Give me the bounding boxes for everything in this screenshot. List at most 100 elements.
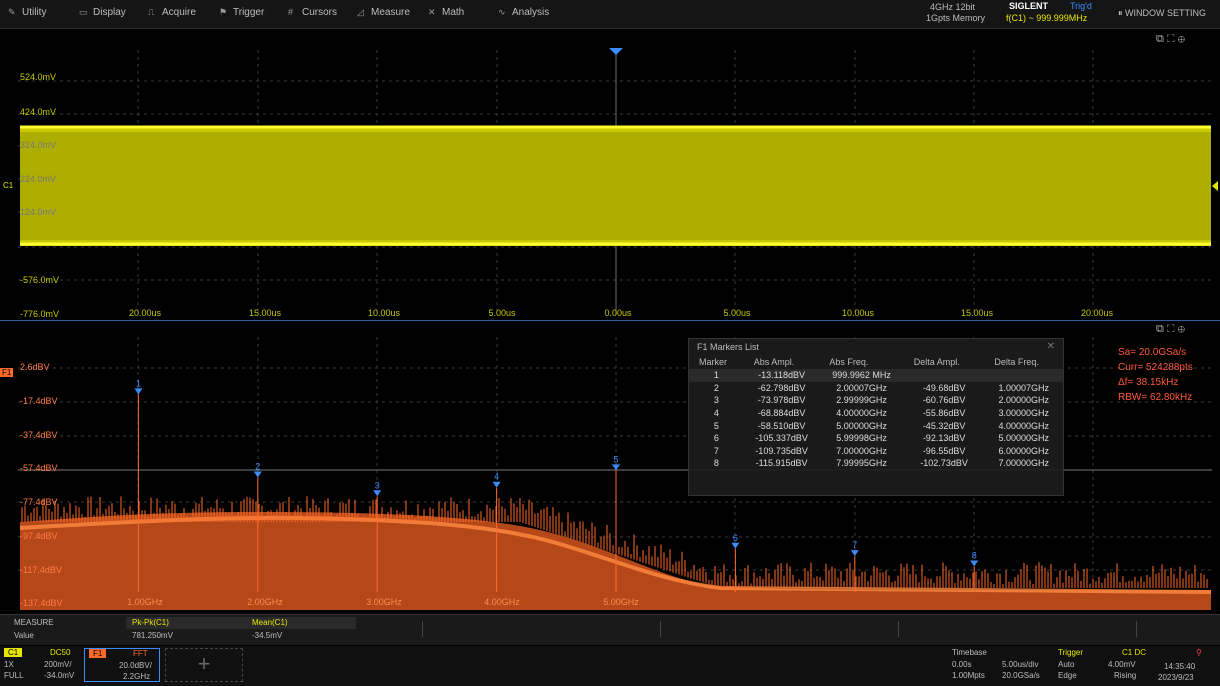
- col-header: Delta Ampl.: [913, 357, 960, 367]
- marker-cell-delta-freq: 4.00000GHz: [998, 420, 1049, 431]
- analysis-icon: ∿: [498, 7, 506, 17]
- measure-item-name[interactable]: Pk-Pk(C1): [132, 618, 169, 627]
- menu-label: Display: [93, 7, 126, 18]
- marker-row[interactable]: 6 -105.337dBV 5.99998GHz -92.13dBV 5.00000GH…: [689, 432, 1063, 445]
- maximize-icon[interactable]: ⛶: [1167, 33, 1175, 45]
- acquire-icon: ⎍: [148, 7, 155, 17]
- col-header: Abs Freq.: [829, 357, 869, 367]
- c1-channel-box[interactable]: C1 DC50 1X 200mV/ FULL -34.0mV: [2, 648, 80, 682]
- menu-math[interactable]: ✕ Math: [428, 7, 464, 21]
- marker-cell-delta-ampl: -49.68dBV: [922, 382, 966, 393]
- divider: [422, 621, 423, 637]
- f1-center: 2.2GHz: [123, 672, 151, 681]
- time-x-label: 10.00us: [367, 308, 401, 318]
- time-y-label: 524.0mV: [20, 72, 57, 82]
- fft-channel-badge[interactable]: F1: [0, 368, 14, 377]
- marker-row[interactable]: 3 -73.978dBV 2.99999GHz -60.76dBV 2.00000GHz: [689, 394, 1063, 407]
- c1-label: C1: [4, 648, 23, 657]
- time-x-label: 15.00us: [248, 308, 282, 318]
- marker-cell-delta-freq: 1.00007GHz: [998, 382, 1049, 393]
- trigger-title: Trigger: [1058, 648, 1084, 657]
- timebase-points: 1.00Mpts: [952, 671, 985, 680]
- bottom-bar: C1 DC50 1X 200mV/ FULL -34.0mV F1 FFT 20…: [0, 646, 1220, 686]
- fft-marker-label: 1: [136, 378, 141, 388]
- lock-icon[interactable]: ⊕: [1178, 323, 1185, 335]
- fft-marker-label: 2: [255, 462, 260, 472]
- fft-marker-triangle: [850, 550, 859, 557]
- time-grid: [18, 48, 1218, 315]
- marker-cell-abs-freq: 7.00000GHz: [836, 445, 887, 456]
- fft-marker-label: 7: [852, 540, 857, 550]
- menu-measure[interactable]: ◿ Measure: [357, 7, 410, 21]
- measure-bar: MEASURE Value Pk-Pk(C1) 781.250mV Mean(C…: [0, 614, 1220, 645]
- fft-marker-triangle: [731, 542, 740, 549]
- marker-row[interactable]: 7 -109.735dBV 7.00000GHz -96.55dBV 6.00000GH…: [689, 445, 1063, 458]
- menu-display[interactable]: ▭ Display: [79, 7, 126, 21]
- timebase-rate: 20.0GSa/s: [1002, 671, 1040, 680]
- marker-row[interactable]: 1 -13.118dBV 999.9962 MHz: [689, 369, 1063, 382]
- zoom-icon[interactable]: ⧉: [1156, 33, 1164, 45]
- timebase-box[interactable]: Timebase 0.00s 5.00us/div 1.00Mpts 20.0G…: [950, 648, 1054, 682]
- fft-y-label: -37.4dBV: [20, 430, 58, 440]
- f1-mode: FFT: [133, 649, 148, 658]
- time-domain-pane[interactable]: 524.0mV 424.0mV 324.0mV 224.0mV 124.0mV …: [0, 30, 1220, 320]
- menu-cursors[interactable]: # Cursors: [288, 7, 337, 21]
- menu-trigger[interactable]: ⚑ Trigger: [219, 7, 264, 21]
- time-x-label: 15.00us: [960, 308, 994, 318]
- clock-box: ⚲ 14:35:40 2023/9/23: [1150, 648, 1216, 682]
- fft-marker-label: 8: [972, 551, 977, 561]
- marker-cell-delta-ampl: -45.32dBV: [922, 420, 966, 431]
- time-y-label: 224.0mV: [20, 174, 57, 184]
- divider: [660, 621, 661, 637]
- marker-row[interactable]: 5 -58.510dBV 5.00000GHz -45.32dBV 4.00000GHz: [689, 419, 1063, 432]
- marker-cell-abs-ampl: -115.915dBV: [755, 458, 808, 469]
- time-y-label: 124.0mV: [20, 207, 57, 217]
- channel-offset-marker[interactable]: C1: [3, 181, 13, 190]
- marker-row[interactable]: 4 -68.884dBV 4.00000GHz -55.86dBV 3.00000GHz: [689, 407, 1063, 420]
- time-x-label: 10.00us: [841, 308, 875, 318]
- c1-scale: 200mV/: [44, 660, 72, 669]
- measure-item-name[interactable]: Mean(C1): [252, 618, 288, 627]
- clock-date: 2023/9/23: [1158, 673, 1194, 682]
- time-x-label: 20.00us: [1080, 308, 1114, 318]
- zoom-icon[interactable]: ⧉: [1156, 323, 1164, 335]
- col-header: Delta Freq.: [994, 357, 1039, 367]
- menu-bar: ✎ Utility ▭ Display ⎍ Acquire ⚑ Trigger # Cur…: [0, 0, 1220, 29]
- marker-row[interactable]: 2 -62.798dBV 2.00007GHz -49.68dBV 1.00007GHz: [689, 382, 1063, 395]
- window-setting-button[interactable]: ⏸ WINDOW SETTING: [1118, 8, 1206, 19]
- time-x-label: 20.00us: [128, 308, 162, 318]
- marker-cell-delta-ampl: -96.55dBV: [922, 445, 966, 456]
- fft-marker-label: 6: [733, 533, 738, 543]
- marker-cell-delta-freq: 6.00000GHz: [998, 445, 1049, 456]
- marker-cell-delta-ampl: -60.76dBV: [922, 395, 966, 406]
- marker-cell-delta-ampl: [903, 369, 985, 382]
- maximize-icon[interactable]: ⛶: [1167, 323, 1175, 335]
- markers-table: Marker Abs Ampl. Abs Freq. Delta Ampl. D…: [689, 355, 1063, 470]
- wrench-icon: ✎: [8, 7, 16, 17]
- fft-marker-label: 5: [613, 454, 618, 464]
- menu-label: Trigger: [233, 7, 265, 18]
- trigger-level: 4.00mV: [1108, 660, 1136, 669]
- brand-logo: SIGLENT: [1009, 1, 1049, 11]
- add-channel-button[interactable]: +: [165, 648, 243, 682]
- trigger-box[interactable]: Trigger C1 DC Auto 4.00mV Edge Rising: [1056, 648, 1146, 682]
- c1-offset: -34.0mV: [44, 671, 75, 680]
- fft-marker-label: 3: [375, 480, 380, 490]
- network-icon[interactable]: ⚲: [1196, 648, 1202, 657]
- menu-analysis[interactable]: ∿ Analysis: [498, 7, 549, 21]
- marker-row[interactable]: 8 -115.915dBV 7.99995GHz -102.73dBV 7.00000G…: [689, 457, 1063, 470]
- lock-icon[interactable]: ⊕: [1178, 33, 1185, 45]
- marker-cell-abs-ampl: -13.118dBV: [743, 369, 820, 382]
- close-icon[interactable]: ✕: [1047, 341, 1055, 352]
- menu-acquire[interactable]: ⎍ Acquire: [148, 7, 196, 21]
- fft-y-label: -137.4dBV: [20, 598, 63, 608]
- divider: [1136, 621, 1137, 637]
- f1-math-box[interactable]: F1 FFT 20.0dBV/ 2.2GHz: [84, 648, 160, 682]
- spec-line1: 4GHz 12bit: [930, 2, 976, 12]
- marker-cell-abs-ampl: -68.884dBV: [757, 408, 806, 419]
- menu-utility[interactable]: ✎ Utility: [8, 7, 46, 21]
- fft-x-label: 1.00GHz: [127, 597, 163, 607]
- markers-list-window[interactable]: F1 Markers List ✕ Marker Abs Ampl. Abs F…: [688, 338, 1064, 496]
- fft-marker-triangle: [134, 388, 143, 395]
- marker-cell-delta-freq: 3.00000GHz: [998, 408, 1049, 419]
